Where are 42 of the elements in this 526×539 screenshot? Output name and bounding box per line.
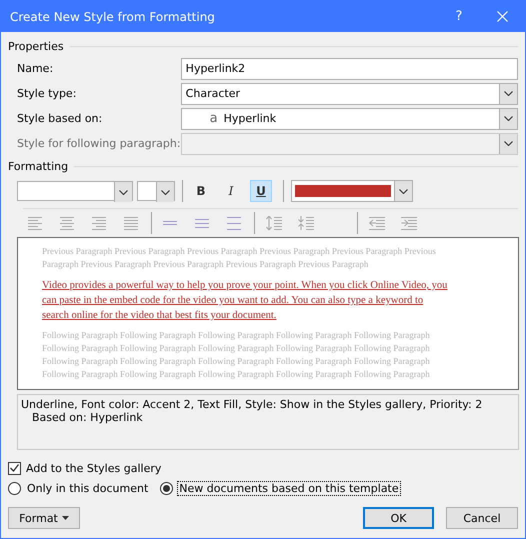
sample-text: Video provides a powerful way to help you prove your point. When you click Online Video, you	[42, 279, 448, 293]
chevron-down-icon[interactable]	[161, 190, 170, 194]
caret-icon	[62, 516, 69, 520]
field-label: Style based on:	[17, 112, 104, 125]
radio-label: New documents based on this template	[177, 480, 401, 496]
chevron-down-icon[interactable]	[504, 91, 513, 96]
section-heading: Properties	[8, 40, 64, 53]
preview-text: Previous Paragraph Previous Paragraph Previous Paragraph Previous Paragraph Previous Paragraph Previous	[42, 245, 436, 258]
help-button[interactable]: ?	[439, 9, 479, 24]
preview-text: Paragraph Previous Paragraph Previous Paragraph Previous Paragraph Previous Paragraph	[42, 258, 368, 271]
dropdown-field[interactable]: a Hyperlink	[180, 108, 518, 130]
font-color-dropdown[interactable]	[291, 180, 413, 202]
preview-text: Following Paragraph Following Paragraph Following Paragraph Following Paragraph Following Paragraph	[42, 342, 430, 355]
description-text: Underline, Font color: Accent 2, Text Fill, Style: Show in the Styles gallery, Priority: 2	[21, 398, 484, 411]
section-heading: Formatting	[8, 160, 68, 173]
checkbox[interactable]	[8, 462, 21, 474]
dropdown-field[interactable]: Character	[180, 82, 518, 104]
cancel-button[interactable]: Cancel	[446, 507, 518, 529]
window-title: Create New Style from Formatting	[10, 10, 216, 24]
chevron-down-icon[interactable]	[119, 190, 128, 194]
chevron-down-icon[interactable]	[504, 116, 513, 121]
bold-button[interactable]: B	[190, 180, 212, 202]
sample-text: can paste in the embed code for the video you want to add. You can also type a keyword to	[42, 294, 424, 308]
radio-button[interactable]	[160, 482, 174, 494]
preview-text: Following Paragraph Following Paragraph Following Paragraph Following Paragraph Following Paragraph	[42, 355, 430, 368]
preview-text: Following Paragraph Following Paragraph Following Paragraph Following Paragraph Following Paragraph	[42, 368, 430, 381]
italic-button[interactable]: I	[220, 180, 242, 202]
preview-text: Following Paragraph Following Paragraph Following Paragraph Following Paragraph Following Paragraph	[42, 329, 430, 342]
sample-text: search online for the video that best fits your document.	[42, 309, 276, 323]
field-label: Style for following paragraph:	[17, 137, 181, 150]
checkbox-label: Add to the Styles gallery	[26, 462, 162, 474]
description-text: Based on: Hyperlink	[31, 411, 144, 424]
close-icon[interactable]	[496, 11, 508, 22]
text-field[interactable]: Hyperlink2	[180, 58, 518, 80]
field-label: Style type:	[17, 87, 78, 100]
format-button[interactable]: Format	[8, 507, 80, 529]
radio-button[interactable]	[8, 482, 21, 494]
field-label: Name:	[17, 62, 54, 75]
ok-button[interactable]: OK	[363, 507, 434, 529]
underline-button[interactable]: U	[250, 180, 272, 202]
chevron-down-icon[interactable]	[399, 188, 408, 194]
radio-label: Only in this document	[26, 480, 150, 496]
